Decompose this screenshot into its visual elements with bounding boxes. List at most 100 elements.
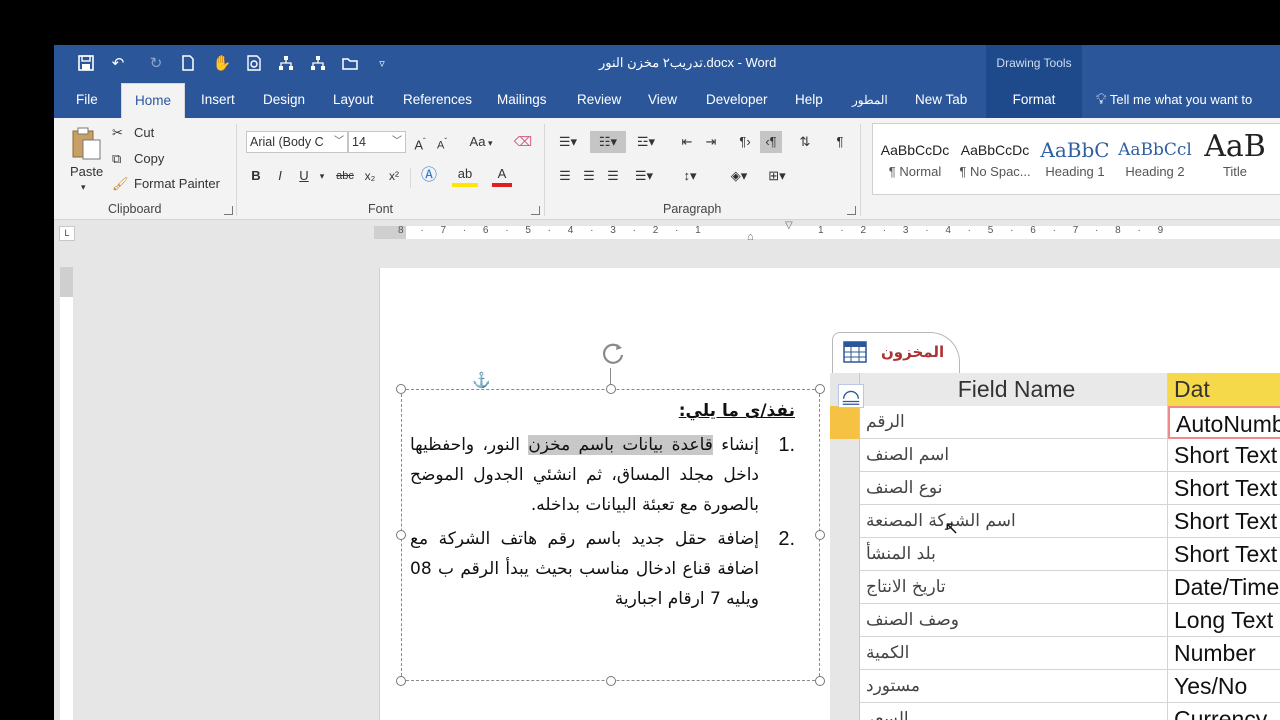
resize-handle[interactable] [396,530,406,540]
font-launcher-icon[interactable] [531,206,540,215]
tab-file[interactable]: File [64,83,110,118]
style-title[interactable]: AaB Title [1195,132,1275,192]
open-folder-icon[interactable] [340,54,360,74]
customize-qat-icon[interactable]: ▿ [372,54,392,74]
cut-button[interactable]: Cut [134,125,154,140]
line-spacing-icon[interactable]: ↕▾ [674,165,706,187]
data-type-cell: Short Text [1174,508,1278,534]
tab-layout[interactable]: Layout [321,83,386,118]
redo-icon[interactable]: ↻ [146,54,166,74]
touch-mode-icon[interactable]: ✋ [212,54,232,74]
increase-indent-icon[interactable]: ⇥ [700,131,722,153]
change-case-button[interactable]: Aa ▾ [464,131,498,154]
borders-icon[interactable]: ⊞▾ [760,165,794,187]
bullets-icon[interactable]: ☰▾ [554,131,582,153]
numbering-icon[interactable]: ☷▾ [590,131,626,153]
superscript-icon[interactable]: x² [384,165,404,187]
resize-handle[interactable] [815,384,825,394]
clipboard-group-label: Clipboard [108,202,162,216]
clipboard-launcher-icon[interactable] [224,206,233,215]
resize-handle[interactable] [815,676,825,686]
hierarchy-icon[interactable] [308,54,328,74]
italic-button[interactable]: I [270,165,290,187]
paste-icon[interactable] [70,126,102,160]
ribbon: Paste ▾ ✂ Cut ⧉ Copy 🖌︎ Format Painter C… [54,118,1280,220]
tab-developer[interactable]: Developer [694,83,780,118]
indent-marker-icon[interactable]: ⌂ [747,231,754,243]
tab-home[interactable]: Home [121,83,185,118]
tab-references[interactable]: References [391,83,484,118]
chevron-down-icon: ﹀ [334,136,344,147]
copy-button[interactable]: Copy [134,151,164,166]
tab-developer-arabic[interactable]: المطور [840,83,900,118]
row-selector [830,571,860,604]
font-size-combo[interactable]: 14 ﹀ [348,131,406,153]
multilevel-list-icon[interactable]: ☲▾ [632,131,660,153]
cut-icon[interactable]: ✂ [112,125,123,141]
save-icon[interactable] [76,54,96,74]
tab-selector[interactable]: L [59,226,75,241]
tab-review[interactable]: Review [565,83,633,118]
font-color-icon[interactable]: A [492,165,512,187]
strikethrough-button[interactable]: abc [332,165,358,187]
rotate-handle-icon[interactable] [600,340,628,368]
new-document-icon[interactable] [178,54,198,74]
ruler-numbers-left: 8 · 7 · 6 · 5 · 4 · 3 · 2 · 1 [398,225,708,236]
style-no-spacing[interactable]: AaBbCcDc ¶ No Spac... [955,132,1035,192]
print-preview-icon[interactable] [244,54,264,74]
shading-icon[interactable]: ◈▾ [722,165,756,187]
highlight-color-icon[interactable]: ab [452,165,478,187]
tab-new[interactable]: New Tab [903,83,979,118]
resize-handle[interactable] [396,676,406,686]
org-chart-icon[interactable] [276,54,296,74]
resize-handle[interactable] [396,384,406,394]
subscript-icon[interactable]: x₂ [360,165,380,187]
decrease-indent-icon[interactable]: ⇤ [676,131,698,153]
show-marks-icon[interactable]: ¶ [830,131,850,153]
field-name-cell: الرقم [860,406,1168,439]
paste-dropdown-icon[interactable]: ▾ [81,182,86,193]
undo-icon[interactable]: ↶ [108,54,128,74]
format-painter-button[interactable]: Format Painter [134,176,220,191]
tab-help[interactable]: Help [783,83,835,118]
align-left-icon[interactable]: ☰ [554,165,576,187]
tab-insert[interactable]: Insert [189,83,247,118]
rtl-direction-icon[interactable]: ‹¶ [760,131,782,153]
align-center-icon[interactable]: ☰ [578,165,600,187]
style-heading-2[interactable]: AaBbCcl Heading 2 [1115,132,1195,192]
sort-icon[interactable]: ⇅ [794,131,816,153]
tab-mailings[interactable]: Mailings [485,83,559,118]
document-page[interactable]: ⚓ نفذ/ى ما يلي: .1 إنشاء قاعدة بيانات باس… [379,268,1280,720]
underline-dropdown-icon[interactable]: ▾ [316,165,328,187]
group-divider [860,124,861,216]
right-indent-marker-icon[interactable]: ▽ [785,220,793,231]
underline-button[interactable]: U [294,165,314,187]
tab-view[interactable]: View [636,83,689,118]
clear-formatting-icon[interactable]: ⌫ [512,131,534,153]
access-table-image[interactable]: المخزون Field Name Dat الرقم AutoNumb اس… [830,330,1280,720]
resize-handle[interactable] [815,530,825,540]
text-effects-icon[interactable]: Ⓐ [416,165,442,187]
grow-font-icon[interactable]: Aˆ [410,131,430,156]
text-box-content[interactable]: نفذ/ى ما يلي: .1 إنشاء قاعدة بيانات باسم … [410,396,795,614]
layout-options-icon[interactable] [838,384,864,408]
ltr-direction-icon[interactable]: ¶› [734,131,756,153]
paste-button[interactable]: Paste [70,164,103,179]
format-painter-icon[interactable]: 🖌︎ [112,176,129,192]
justify-icon[interactable]: ☰▾ [626,165,662,187]
copy-icon[interactable]: ⧉ [112,151,121,167]
style-normal[interactable]: AaBbCcDc ¶ Normal [875,132,955,192]
paragraph-launcher-icon[interactable] [847,206,856,215]
bold-button[interactable]: B [246,165,266,187]
tab-format[interactable]: Format [986,83,1082,118]
resize-handle[interactable] [606,384,616,394]
tell-me-box[interactable]: 💡︎ Tell me what you want to [1096,83,1252,118]
font-name-combo[interactable]: Arial (Body C ﹀ [246,131,348,153]
style-heading-1[interactable]: AaBbC Heading 1 [1035,132,1115,192]
access-table-tab: المخزون [832,332,960,373]
text-box[interactable]: نفذ/ى ما يلي: .1 إنشاء قاعدة بيانات باسم … [396,384,825,686]
align-right-icon[interactable]: ☰ [602,165,624,187]
resize-handle[interactable] [606,676,616,686]
shrink-font-icon[interactable]: Aˇ [432,131,452,157]
tab-design[interactable]: Design [251,83,317,118]
